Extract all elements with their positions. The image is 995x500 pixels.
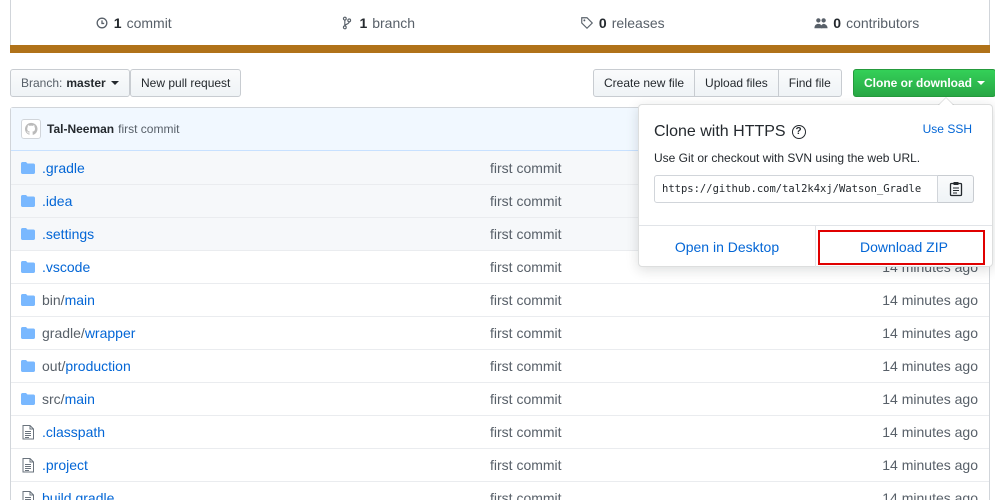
caret-down-icon — [977, 81, 985, 85]
file-commit-message[interactable]: first commit — [490, 193, 562, 209]
branch-count: 1 — [359, 15, 368, 31]
clone-or-download-button[interactable]: Clone or download — [853, 69, 995, 97]
clone-description: Use Git or checkout with SVN using the w… — [654, 151, 921, 165]
file-row: gradle/wrapper first commit 14 minutes a… — [11, 316, 989, 349]
file-commit-message[interactable]: first commit — [490, 292, 562, 308]
file-name-link[interactable]: src/main — [42, 391, 95, 407]
use-ssh-link[interactable]: Use SSH — [923, 122, 972, 136]
commit-count: 1 — [113, 15, 122, 31]
clone-actions: Open in Desktop Download ZIP — [639, 225, 992, 267]
clone-title-text: Clone with HTTPS — [654, 123, 786, 140]
file-commit-message[interactable]: first commit — [490, 259, 562, 275]
file-age: 14 minutes ago — [882, 490, 978, 500]
octocat-icon — [24, 122, 38, 135]
file-icon — [14, 457, 42, 473]
branches-link[interactable]: 1 branch — [256, 15, 501, 31]
file-name-link[interactable]: .vscode — [42, 259, 90, 275]
folder-icon — [14, 294, 42, 306]
file-name-link[interactable]: .classpath — [42, 424, 105, 440]
folder-icon — [14, 393, 42, 405]
contributor-count: 0 — [833, 15, 842, 31]
language-bar[interactable] — [10, 45, 990, 53]
folder-icon — [14, 261, 42, 273]
open-in-desktop-button[interactable]: Open in Desktop — [639, 226, 815, 267]
clone-url-input[interactable] — [654, 175, 938, 203]
git-branch-icon — [343, 16, 352, 30]
file-icon — [14, 424, 42, 440]
popover-arrow — [938, 97, 954, 105]
file-row: build.gradle first commit 14 minutes ago — [11, 481, 989, 500]
file-actions-group: Create new file Upload files Find file — [593, 69, 842, 97]
tag-icon — [581, 17, 593, 30]
commits-link[interactable]: 1 commit — [11, 15, 256, 31]
file-name-link[interactable]: .gradle — [42, 160, 85, 176]
file-row: .project first commit 14 minutes ago — [11, 448, 989, 481]
contributors-link[interactable]: 0 contributors — [745, 15, 990, 31]
file-name-link[interactable]: bin/main — [42, 292, 95, 308]
file-age: 14 minutes ago — [882, 358, 978, 374]
commit-label: commit — [126, 15, 172, 31]
file-icon — [14, 490, 42, 500]
caret-down-icon — [110, 81, 119, 85]
people-icon — [814, 18, 828, 29]
file-commit-message[interactable]: first commit — [490, 424, 562, 440]
folder-icon — [14, 161, 42, 174]
clone-url-group — [654, 175, 974, 203]
file-name-link[interactable]: build.gradle — [42, 490, 114, 500]
release-count: 0 — [598, 15, 607, 31]
avatar[interactable] — [21, 119, 41, 139]
copy-to-clipboard-button[interactable] — [938, 175, 974, 203]
clone-title: Clone with HTTPS ? — [654, 123, 806, 141]
folder-icon — [14, 195, 42, 207]
branch-select-value: master — [66, 76, 106, 90]
folder-icon — [14, 228, 42, 240]
file-age: 14 minutes ago — [882, 292, 978, 308]
download-zip-button[interactable]: Download ZIP — [815, 226, 992, 267]
clone-or-download-label: Clone or download — [864, 76, 972, 90]
file-commit-message[interactable]: first commit — [490, 391, 562, 407]
folder-icon — [14, 360, 42, 372]
new-pull-request-button[interactable]: New pull request — [130, 69, 242, 97]
file-name-link[interactable]: gradle/wrapper — [42, 325, 135, 341]
file-name-link[interactable]: .idea — [42, 193, 72, 209]
history-icon — [96, 17, 108, 29]
branch-select-button[interactable]: Branch: master — [10, 69, 130, 97]
releases-link[interactable]: 0 releases — [500, 15, 745, 31]
clone-popover: Clone with HTTPS ? Use SSH Use Git or ch… — [638, 97, 993, 267]
clipboard-icon — [949, 182, 962, 197]
file-commit-message[interactable]: first commit — [490, 325, 562, 341]
create-new-file-button[interactable]: Create new file — [593, 69, 696, 97]
branch-select-label: Branch: — [21, 76, 63, 90]
find-file-button[interactable]: Find file — [777, 69, 842, 97]
contributor-label: contributors — [846, 15, 920, 31]
file-row: out/production first commit 14 minutes a… — [11, 349, 989, 382]
file-name-link[interactable]: .settings — [42, 226, 94, 242]
file-age: 14 minutes ago — [882, 457, 978, 473]
repo-summary-bar: 1 commit 1 branch 0 releases 0 contribut… — [10, 0, 990, 53]
question-icon[interactable]: ? — [791, 125, 806, 139]
file-age: 14 minutes ago — [882, 424, 978, 440]
upload-files-button[interactable]: Upload files — [694, 69, 779, 97]
file-commit-message[interactable]: first commit — [490, 226, 562, 242]
commit-author[interactable]: Tal-Neeman — [47, 122, 114, 136]
file-row: .classpath first commit 14 minutes ago — [11, 415, 989, 448]
file-commit-message[interactable]: first commit — [490, 457, 562, 473]
release-label: releases — [611, 15, 665, 31]
folder-icon — [14, 327, 42, 339]
file-age: 14 minutes ago — [882, 391, 978, 407]
file-commit-message[interactable]: first commit — [490, 160, 562, 176]
file-row: bin/main first commit 14 minutes ago — [11, 283, 989, 316]
file-age: 14 minutes ago — [882, 325, 978, 341]
file-name-link[interactable]: .project — [42, 457, 88, 473]
commit-message[interactable]: first commit — [118, 122, 179, 136]
file-commit-message[interactable]: first commit — [490, 358, 562, 374]
file-commit-message[interactable]: first commit — [490, 490, 562, 500]
file-name-link[interactable]: out/production — [42, 358, 131, 374]
file-row: src/main first commit 14 minutes ago — [11, 382, 989, 415]
branch-label: branch — [372, 15, 416, 31]
